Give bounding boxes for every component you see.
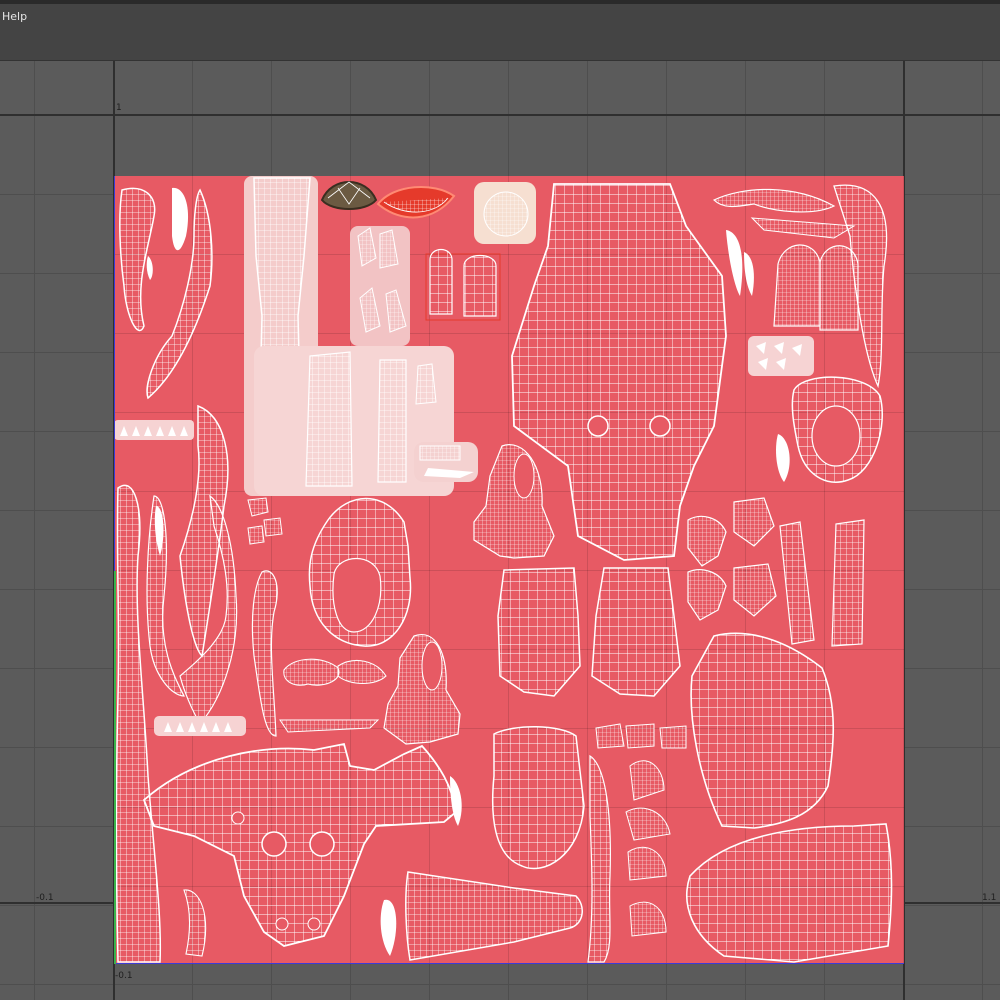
tick-label-v-minus: -0.1 xyxy=(115,971,133,981)
menu-item-help[interactable]: Help xyxy=(0,10,29,23)
uv-shell-spine-strip[interactable] xyxy=(587,754,611,963)
tick-label-one: 1 xyxy=(116,103,122,113)
uv-shell-fan-selected[interactable] xyxy=(376,186,456,219)
uv-editor-viewport[interactable]: 1 -0.1 1.1 -0.1 xyxy=(0,61,1000,1000)
uv-shells-canvas[interactable] xyxy=(114,176,904,964)
uv-shell-tongue-pair[interactable] xyxy=(773,244,859,331)
uv-shell-scale-pad[interactable] xyxy=(748,336,814,376)
uv-shell-left-horn[interactable] xyxy=(119,187,189,332)
uv-shell-teeth-row-bottom[interactable] xyxy=(154,716,246,736)
uv-shell-pad-tile[interactable] xyxy=(474,182,536,244)
uv-shell-foot-2[interactable] xyxy=(383,633,461,745)
v-one-axis xyxy=(0,114,1000,116)
uv-shell-leg-pair[interactable] xyxy=(497,567,681,697)
uv-tile-0-1[interactable] xyxy=(114,176,904,964)
uv-shell-finger-strips[interactable] xyxy=(779,519,865,647)
uv-shell-claws-pack[interactable] xyxy=(350,226,501,346)
uv-shell-cheeks[interactable] xyxy=(283,658,387,686)
uv-shell-jaw-ring[interactable] xyxy=(308,497,412,647)
uv-shell-body-right[interactable] xyxy=(686,632,893,963)
uv-shell-tongue-long[interactable] xyxy=(380,871,583,961)
uv-shell-mouth-ring[interactable] xyxy=(791,376,883,483)
uv-shell-head-top[interactable] xyxy=(511,183,727,561)
uv-shell-teeth-row-top[interactable] xyxy=(114,420,194,440)
uv-shell-small-claw-right[interactable] xyxy=(776,434,790,482)
menu-bar: Help xyxy=(0,4,1000,61)
tick-label-u-minus: -0.1 xyxy=(36,893,54,903)
uv-shell-hands[interactable] xyxy=(687,497,777,621)
uv-shell-toes-small[interactable] xyxy=(247,497,283,545)
uv-shell-foot-1[interactable] xyxy=(473,444,555,559)
uv-shell-tail-base[interactable] xyxy=(491,726,585,870)
uv-shell-fan-dark[interactable] xyxy=(320,181,378,210)
tick-label-u-overflow: 1.1 xyxy=(982,893,997,903)
